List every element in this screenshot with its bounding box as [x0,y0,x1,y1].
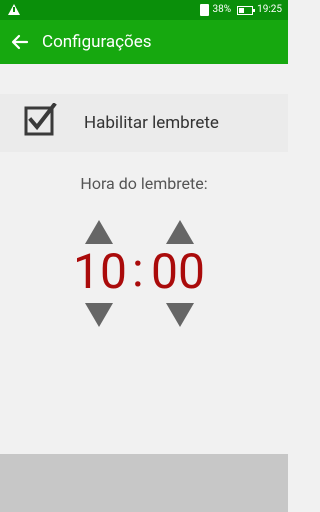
hour-up-button[interactable] [85,220,113,244]
minute-value: 00 [151,243,205,300]
status-right: 38% 19:25 [199,0,282,20]
reminder-time-label: Hora do lembrete: [80,174,208,193]
checkbox-checked-icon[interactable] [24,103,58,137]
status-bar: 38% 19:25 [0,0,288,20]
minute-up-button[interactable] [166,220,194,244]
battery-percentage: 38% [212,4,232,15]
enable-reminder-label: Habilitar lembrete [84,113,219,133]
page-title: Configurações [42,32,152,52]
bottom-bar [0,454,288,512]
back-button[interactable] [0,20,40,64]
sim-icon [199,4,209,16]
enable-reminder-row[interactable]: Habilitar lembrete [0,94,288,152]
time-separator: : [132,241,144,298]
arrow-left-icon [11,34,29,50]
hour-down-button[interactable] [85,303,113,327]
battery-icon [237,5,256,15]
hour-value: 10 [73,243,127,300]
clock: 19:25 [257,4,282,15]
app-bar: Configurações [0,20,288,64]
minute-down-button[interactable] [166,303,194,327]
warning-icon [8,4,20,15]
